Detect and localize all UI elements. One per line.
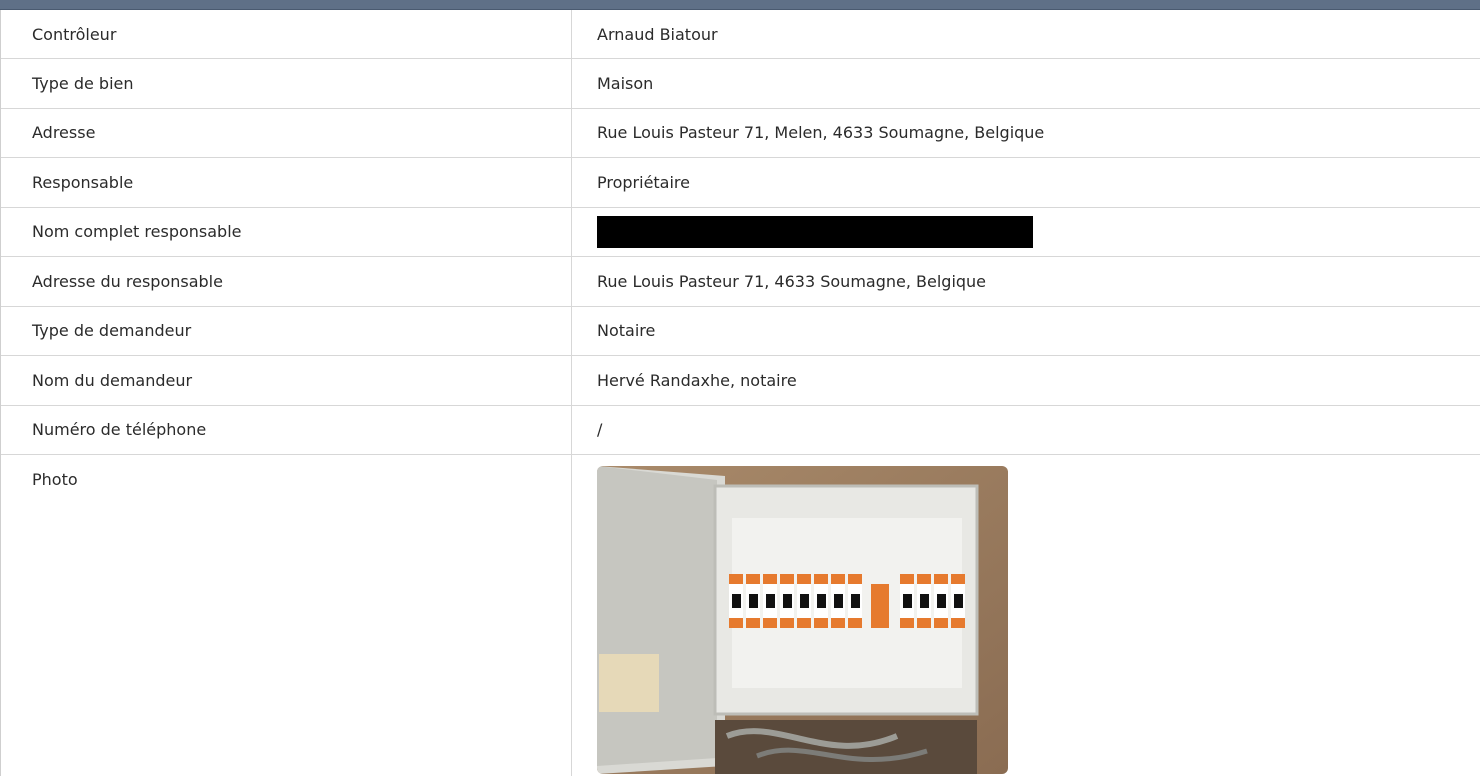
details-table: Contrôleur Arnaud Biatour Type de bien M… [0, 10, 1480, 776]
value-type-demandeur: Notaire [597, 321, 656, 341]
value-photo [572, 455, 1480, 776]
label-controleur: Contrôleur [1, 10, 572, 58]
label-responsable: Responsable [1, 158, 572, 207]
label-nom-complet-responsable: Nom complet responsable [1, 207, 572, 256]
row-controleur: Contrôleur Arnaud Biatour [1, 10, 1480, 59]
value-telephone: / [597, 420, 603, 440]
value-type-de-bien: Maison [597, 73, 654, 93]
row-photo: Photo [1, 455, 1480, 776]
label-telephone: Numéro de téléphone [1, 405, 572, 454]
value-adresse-responsable: Rue Louis Pasteur 71, 4633 Soumagne, Bel… [597, 271, 987, 291]
row-telephone: Numéro de téléphone / [1, 405, 1480, 455]
row-type-de-bien: Type de bien Maison [1, 59, 1480, 109]
row-responsable: Responsable Propriétaire [1, 158, 1480, 208]
label-photo: Photo [1, 455, 572, 776]
value-nom-complet-responsable [572, 208, 1480, 257]
top-header-bar [0, 0, 1480, 10]
row-nom-demandeur: Nom du demandeur Hervé Randaxhe, notaire [1, 356, 1480, 406]
value-nom-demandeur: Hervé Randaxhe, notaire [597, 370, 797, 390]
electrical-panel-photo[interactable] [597, 466, 1008, 774]
row-adresse-responsable: Adresse du responsable Rue Louis Pasteur… [1, 257, 1480, 307]
value-adresse: Rue Louis Pasteur 71, Melen, 4633 Soumag… [597, 123, 1045, 143]
label-adresse-responsable: Adresse du responsable [1, 257, 572, 306]
row-type-demandeur: Type de demandeur Notaire [1, 306, 1480, 356]
row-adresse: Adresse Rue Louis Pasteur 71, Melen, 463… [1, 108, 1480, 158]
label-type-demandeur: Type de demandeur [1, 306, 572, 355]
value-controleur: Arnaud Biatour [597, 24, 718, 44]
row-nom-complet-responsable: Nom complet responsable [1, 207, 1480, 257]
label-nom-demandeur: Nom du demandeur [1, 356, 572, 405]
label-adresse: Adresse [1, 108, 572, 157]
label-type-de-bien: Type de bien [1, 59, 572, 108]
redacted-name-block [597, 215, 1033, 248]
value-responsable: Propriétaire [597, 172, 690, 192]
